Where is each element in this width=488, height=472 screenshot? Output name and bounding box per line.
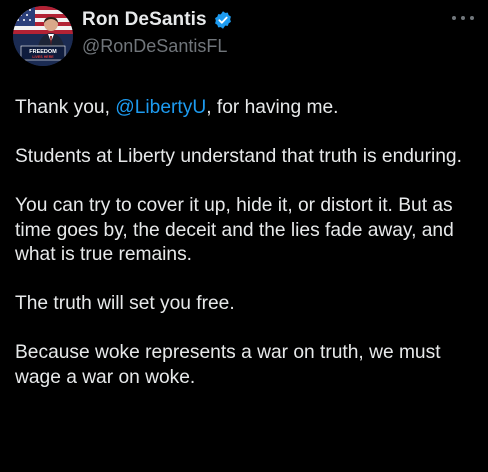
- display-name[interactable]: Ron DeSantis: [82, 9, 207, 31]
- mention-link[interactable]: @LibertyU: [115, 97, 206, 118]
- text-segment: , for having me.: [206, 97, 339, 118]
- author-handle[interactable]: @RonDeSantisFL: [82, 36, 227, 57]
- tweet-paragraph-1: Thank you, @LibertyU, for having me.: [15, 96, 477, 121]
- more-dot-icon: [470, 16, 474, 20]
- tweet-paragraph-5: Because woke represents a war on truth, …: [15, 342, 441, 388]
- text-segment: Thank you,: [15, 97, 116, 118]
- tweet-text: Thank you, @LibertyU, for having me. Stu…: [15, 96, 477, 415]
- avatar[interactable]: FREEDOM LIVES HERE: [13, 6, 73, 66]
- more-dot-icon: [461, 16, 465, 20]
- avatar-sign-subtext: LIVES HERE: [32, 55, 54, 59]
- author-name-row: Ron DeSantis: [82, 9, 233, 31]
- avatar-image: FREEDOM LIVES HERE: [13, 6, 73, 66]
- more-options-icon[interactable]: [452, 8, 474, 28]
- tweet-paragraph-3: You can try to cover it up, hide it, or …: [15, 195, 454, 265]
- tweet-paragraph-2: Students at Liberty understand that trut…: [15, 146, 462, 167]
- tweet-paragraph-4: The truth will set you free.: [15, 293, 235, 314]
- tweet-card: FREEDOM LIVES HERE Ron DeSantis @RonDeSa…: [0, 0, 488, 472]
- verified-badge-icon: [213, 10, 233, 30]
- more-dot-icon: [452, 16, 456, 20]
